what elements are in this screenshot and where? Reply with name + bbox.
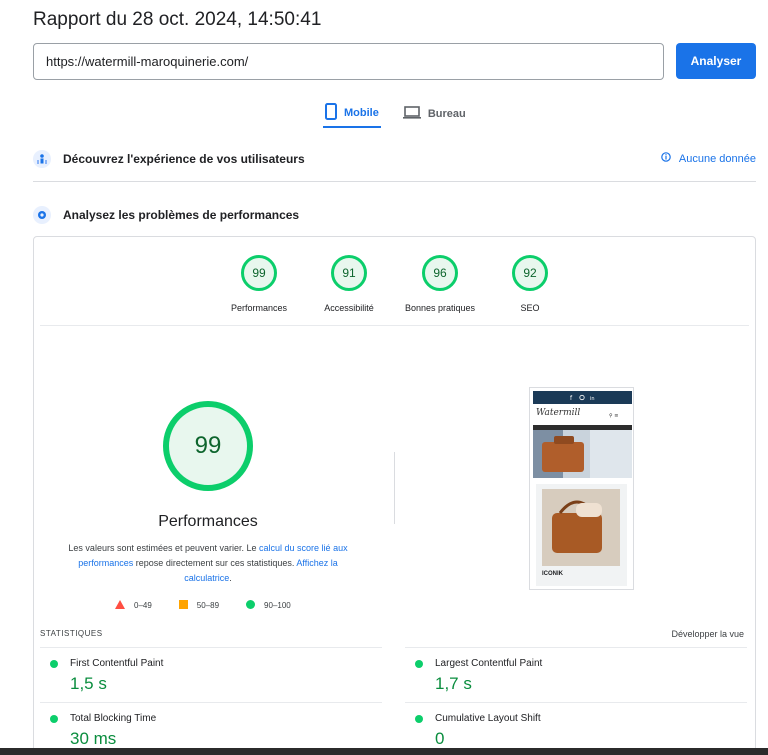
url-input[interactable] [33, 43, 664, 80]
note-text: . [229, 573, 232, 583]
tab-desktop[interactable]: Bureau [401, 100, 468, 128]
metric-rule [40, 647, 382, 648]
score-seo[interactable]: 92 SEO [490, 255, 570, 313]
score-label: SEO [520, 303, 540, 313]
metric-name: Largest Contentful Paint [435, 658, 543, 669]
metric-name: Total Blocking Time [70, 713, 157, 724]
report-title: Rapport du 28 oct. 2024, 14:50:41 [33, 9, 322, 30]
score-label: Performances [230, 303, 288, 313]
metric-name: Cumulative Layout Shift [435, 713, 541, 724]
metric-fcp: First Contentful Paint 1,5 s [40, 647, 382, 694]
metric-title: Largest Contentful Paint [405, 658, 747, 669]
score-label: Bonnes pratiques [404, 303, 476, 313]
main-score-gauge: 99 [163, 401, 253, 491]
tab-mobile[interactable]: Mobile [323, 100, 381, 128]
stats-label: STATISTIQUES [40, 629, 103, 638]
pass-dot-icon [415, 714, 423, 723]
metric-value: 1,5 s [70, 674, 107, 693]
svg-text:⚲ ≡: ⚲ ≡ [609, 413, 618, 419]
screenshot-product: ICONIK [542, 571, 563, 577]
tab-desktop-label: Bureau [427, 108, 466, 120]
vertical-divider [394, 452, 395, 524]
pass-dot-icon [50, 659, 58, 668]
pass-dot-icon [50, 714, 58, 723]
score-note: Les valeurs sont estimées et peuvent var… [60, 541, 356, 586]
note-text: repose directement sur ces statistiques. [133, 558, 297, 568]
score-performance[interactable]: 99 Performances [219, 255, 299, 313]
score-label: Accessibilité [324, 303, 374, 313]
legend-item-average: 50–89 [178, 600, 220, 611]
metric-rule [405, 647, 747, 648]
no-data-link[interactable]: Aucune donnée [661, 152, 756, 165]
legend-range: 0–49 [134, 601, 152, 610]
metric-value: 0 [435, 729, 445, 748]
mobile-icon [325, 103, 337, 123]
circle-icon [246, 600, 256, 611]
metric-rule [405, 702, 747, 703]
lab-data-section: Analysez les problèmes de performances [33, 206, 299, 224]
field-data-section: Découvrez l'expérience de vos utilisateu… [33, 150, 305, 168]
taskbar-strip [0, 748, 768, 755]
main-score-title: Performances [158, 513, 258, 530]
svg-text:in: in [590, 396, 595, 402]
analyze-button[interactable]: Analyser [676, 43, 756, 79]
metric-title: First Contentful Paint [40, 658, 382, 669]
score-gauge: 92 [512, 255, 548, 291]
legend-range: 90–100 [264, 601, 291, 610]
field-data-title: Découvrez l'expérience de vos utilisateu… [63, 152, 305, 166]
legend-range: 50–89 [196, 601, 220, 610]
screenshot-brand: Watermill [536, 408, 581, 418]
legend-item-pass: 90–100 [246, 600, 291, 611]
lab-data-title: Analysez les problèmes de performances [63, 208, 300, 222]
score-gauge: 91 [331, 255, 367, 291]
page-screenshot: f in ⚲ ≡ Watermill ICONIK [529, 387, 634, 590]
score-gauge: 99 [241, 255, 277, 291]
metric-tbt: Total Blocking Time 30 ms [40, 702, 382, 749]
metric-name: First Contentful Paint [70, 658, 164, 669]
info-icon [661, 152, 671, 165]
metric-rule [40, 702, 382, 703]
square-icon [178, 600, 188, 611]
no-data-label: Aucune donnée [678, 152, 756, 165]
pass-dot-icon [415, 659, 423, 668]
users-icon [33, 150, 51, 168]
metric-value: 30 ms [70, 729, 117, 748]
metric-value: 1,7 s [435, 674, 472, 693]
section-divider [33, 181, 756, 182]
tab-mobile-label: Mobile [344, 107, 379, 119]
laptop-icon [402, 106, 421, 122]
score-gauge: 96 [422, 255, 458, 291]
score-best-practices[interactable]: 96 Bonnes pratiques [400, 255, 480, 313]
note-text: Les valeurs sont estimées et peuvent var… [68, 543, 260, 553]
metric-title: Cumulative Layout Shift [405, 713, 747, 724]
metric-title: Total Blocking Time [40, 713, 382, 724]
lighthouse-icon [33, 206, 51, 224]
legend-item-fail: 0–49 [115, 600, 152, 611]
score-accessibility[interactable]: 91 Accessibilité [309, 255, 389, 313]
metric-lcp: Largest Contentful Paint 1,7 s [405, 647, 747, 694]
card-divider [40, 325, 749, 326]
triangle-icon [115, 600, 125, 611]
metric-cls: Cumulative Layout Shift 0 [405, 702, 747, 749]
score-legend: 0–49 50–89 90–100 [115, 600, 318, 611]
expand-view-button[interactable]: Développer la vue [671, 629, 744, 639]
device-tabs: Mobile Bureau [323, 100, 468, 130]
